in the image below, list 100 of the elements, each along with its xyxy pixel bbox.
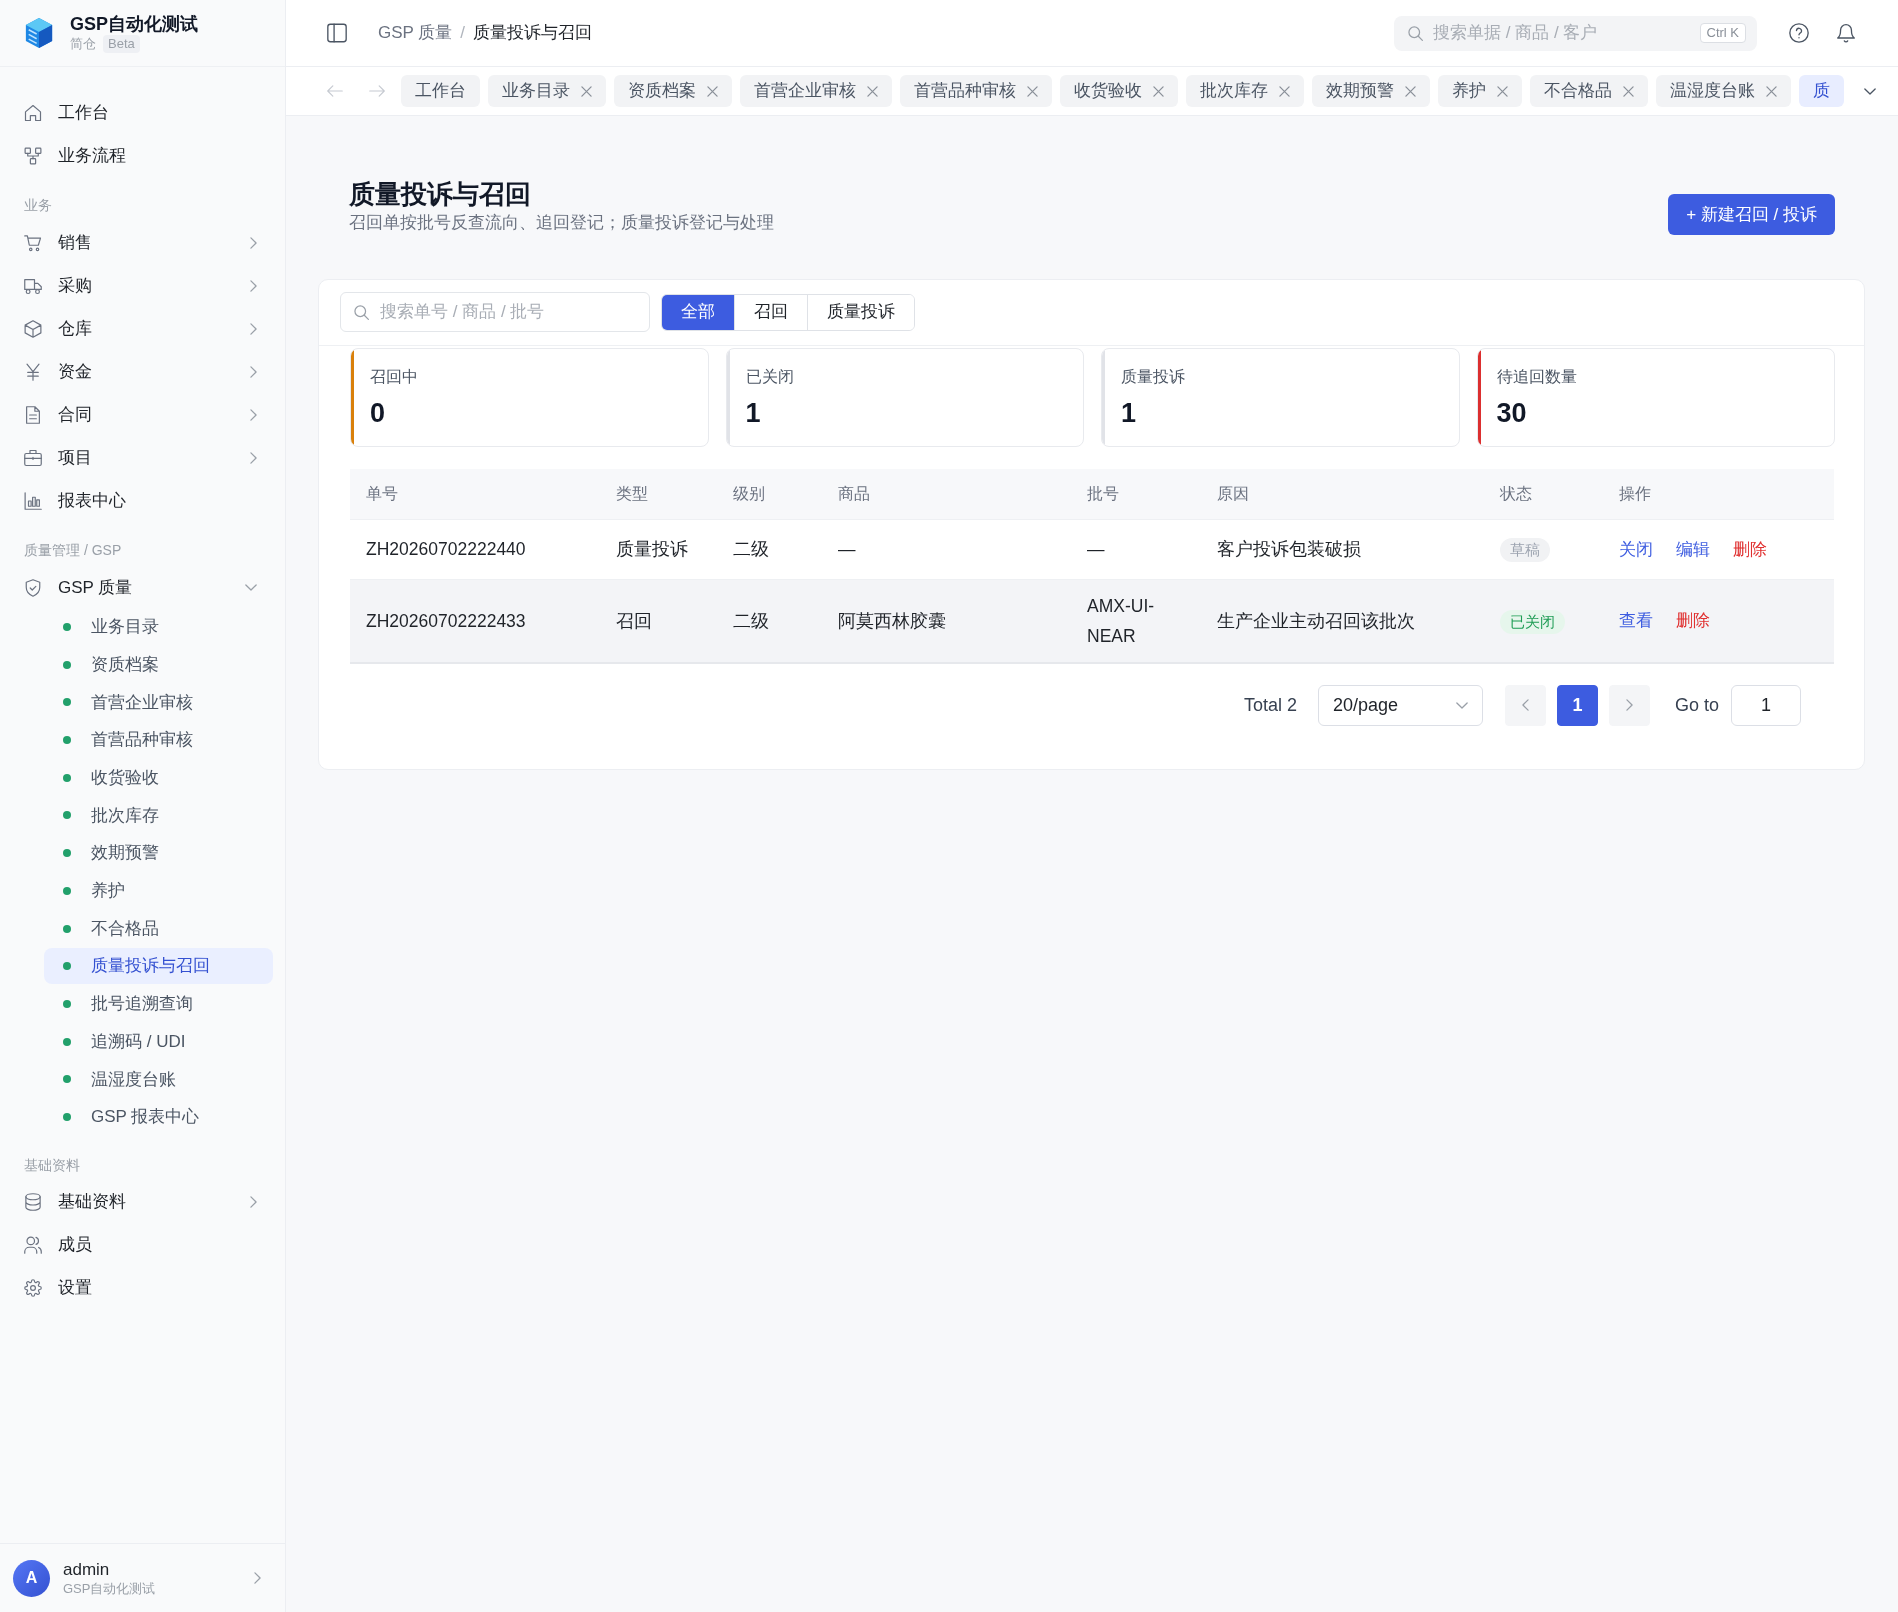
sidebar-item[interactable]: 成员 [0, 1223, 285, 1267]
user-name: admin [63, 1559, 111, 1580]
submenu-item[interactable]: 批次库存 [44, 797, 273, 834]
page-number-button[interactable]: 1 [1556, 684, 1598, 726]
page-tab[interactable]: 效期预警 [1312, 75, 1430, 107]
table-cell: 阿莫西林胶囊 [822, 579, 1071, 663]
close-icon[interactable] [1623, 85, 1634, 97]
table-cell: 客户投诉包装破损 [1201, 519, 1484, 579]
submenu-item[interactable]: 业务目录 [44, 609, 273, 645]
sidebar-item[interactable]: 资金 [0, 350, 285, 393]
user-profile-button[interactable]: A admin GSP自动化测试 [0, 1543, 285, 1612]
action-link[interactable]: 删除 [1733, 539, 1767, 559]
sidebar-item[interactable]: 合同 [0, 393, 285, 436]
bell-icon[interactable] [1836, 23, 1856, 43]
column-header: 状态 [1484, 469, 1603, 519]
action-link[interactable]: 删除 [1676, 611, 1710, 630]
submenu-item[interactable]: GSP 报表中心 [44, 1098, 273, 1135]
sidebar-toggle-icon[interactable] [327, 23, 347, 43]
page-tab[interactable]: 收货验收 [1060, 75, 1178, 107]
bullet-dot-icon [63, 736, 71, 745]
sidebar-item[interactable]: 采购 [0, 264, 285, 307]
filter-tab[interactable]: 全部 [662, 294, 734, 330]
bullet-dot-icon [63, 999, 71, 1008]
page-tab[interactable]: 不合格品 [1530, 75, 1648, 107]
close-icon[interactable] [1766, 85, 1777, 97]
chevron-left-icon [1521, 699, 1529, 711]
bullet-dot-icon [63, 660, 71, 669]
app-subtitle: 简仓 [70, 35, 96, 53]
page-tab[interactable]: 工作台 [401, 75, 480, 107]
submenu-item[interactable]: 效期预警 [44, 835, 273, 872]
shield-icon [24, 578, 42, 597]
bar-chart-icon [24, 491, 42, 510]
page-tab[interactable]: 批次库存 [1186, 75, 1304, 107]
sidebar-item[interactable]: 工作台 [0, 91, 285, 134]
breadcrumb-current: 质量投诉与召回 [473, 22, 593, 45]
close-icon[interactable] [1405, 85, 1416, 97]
close-icon[interactable] [1153, 85, 1164, 97]
submenu-item[interactable]: 温湿度台账 [44, 1061, 273, 1098]
bullet-dot-icon [63, 886, 71, 895]
action-link[interactable]: 查看 [1619, 611, 1653, 630]
submenu-item[interactable]: 首营企业审核 [44, 684, 273, 721]
new-recall-button[interactable]: + 新建召回 / 投诉 [1668, 194, 1835, 235]
bullet-dot-icon [63, 1112, 71, 1121]
search-icon [354, 304, 369, 320]
sidebar-item[interactable]: 项目 [0, 436, 285, 479]
close-icon[interactable] [707, 85, 718, 97]
sidebar-item[interactable]: 销售 [0, 221, 285, 264]
goto-input[interactable]: 1 [1731, 684, 1801, 726]
bullet-dot-icon [63, 849, 71, 858]
page-tab[interactable]: 养护 [1438, 75, 1522, 107]
search-icon [1408, 25, 1423, 41]
close-icon[interactable] [581, 85, 592, 97]
submenu-item[interactable]: 首营品种审核 [44, 722, 273, 759]
submenu-item[interactable]: 养护 [44, 872, 273, 909]
bullet-dot-icon [63, 924, 71, 933]
sidebar-item[interactable]: 仓库 [0, 307, 285, 350]
database-icon [24, 1193, 42, 1212]
submenu-item[interactable]: 批号追溯查询 [44, 985, 273, 1022]
stat-label: 质量投诉 [1121, 367, 1185, 387]
submenu-item[interactable]: 资质档案 [44, 646, 273, 683]
breadcrumb-link[interactable]: GSP 质量 [378, 20, 453, 46]
column-header: 单号 [350, 469, 600, 519]
close-icon[interactable] [867, 85, 878, 97]
submenu-item[interactable]: 质量投诉与召回 [44, 948, 273, 985]
action-link[interactable]: 编辑 [1676, 539, 1710, 559]
close-icon[interactable] [1497, 85, 1508, 97]
status-badge: 草稿 [1500, 538, 1550, 562]
column-header: 商品 [822, 469, 1071, 519]
page-tab[interactable]: 首营企业审核 [740, 75, 892, 107]
bullet-dot-icon [63, 623, 71, 631]
sidebar-item[interactable]: GSP 质量 [0, 566, 285, 609]
action-link[interactable]: 关闭 [1619, 539, 1653, 559]
submenu-item[interactable]: 收货验收 [44, 759, 273, 796]
column-header: 级别 [717, 469, 822, 519]
sidebar-item[interactable]: 设置 [0, 1266, 285, 1310]
table-cell: 二级 [717, 579, 822, 663]
sidebar-item[interactable]: 业务流程 [0, 134, 285, 177]
column-header: 原因 [1201, 469, 1484, 519]
page-tab[interactable]: 温湿度台账 [1656, 75, 1791, 107]
sidebar-item[interactable]: 报表中心 [0, 479, 285, 522]
submenu-item[interactable]: 不合格品 [44, 910, 273, 947]
filter-tab[interactable]: 质量投诉 [807, 294, 914, 330]
column-header: 操作 [1603, 469, 1834, 519]
close-icon[interactable] [1279, 85, 1290, 97]
chevron-down-icon[interactable] [1864, 87, 1876, 95]
page-tab[interactable]: 首营品种审核 [900, 75, 1052, 107]
close-icon[interactable] [1027, 85, 1038, 97]
sidebar-item[interactable]: 基础资料 [0, 1180, 285, 1224]
page-tab[interactable]: 业务目录 [488, 75, 606, 107]
page-tab[interactable]: 质 [1799, 75, 1844, 107]
help-icon[interactable] [1789, 23, 1809, 43]
briefcase-icon [24, 448, 42, 467]
search-field[interactable]: 搜索单号 / 商品 / 批号 [340, 292, 650, 332]
submenu-item[interactable]: 追溯码 / UDI [44, 1023, 273, 1060]
page-tab[interactable]: 资质档案 [614, 75, 732, 107]
page-size-select[interactable]: 20/page [1317, 684, 1483, 726]
table-cell: AMX-UI-NEAR [1071, 579, 1201, 663]
chevron-right-icon [254, 1572, 261, 1584]
goto-label: Go to [1674, 693, 1719, 717]
yen-icon [24, 362, 42, 381]
